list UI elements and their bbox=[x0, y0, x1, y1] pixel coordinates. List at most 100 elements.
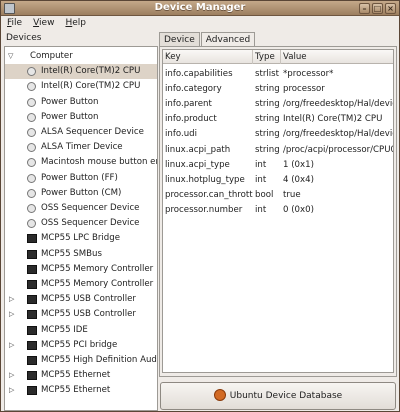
cell-value: processor bbox=[283, 84, 325, 95]
tree-item-label: OSS Sequencer Device bbox=[41, 218, 140, 229]
cell-key: info.parent bbox=[165, 99, 212, 110]
table-row[interactable]: info.parent string/org/freedesktop/Hal/de… bbox=[163, 97, 394, 112]
title-bar[interactable]: Device Manager – □ × bbox=[1, 1, 399, 16]
chip-icon bbox=[27, 234, 37, 244]
plug-icon bbox=[27, 112, 36, 122]
expander-expanded-icon[interactable]: ▽ bbox=[8, 53, 15, 60]
tree-item-label: MCP55 Memory Controller bbox=[41, 263, 154, 274]
plug-icon bbox=[27, 143, 36, 153]
menu-file[interactable]: File bbox=[7, 18, 22, 31]
cell-value: Intel(R) Core(TM)2 CPU bbox=[283, 114, 383, 125]
column-header-type[interactable]: Type bbox=[253, 50, 281, 64]
tree-item[interactable]: Power Button bbox=[5, 110, 157, 125]
tree-item[interactable]: Power Button (FF) bbox=[5, 171, 157, 186]
expander-collapsed-icon[interactable]: ▷ bbox=[9, 387, 16, 394]
tree-item-label: MCP55 USB Controller bbox=[41, 294, 136, 305]
ubuntu-device-database-label: Ubuntu Device Database bbox=[229, 391, 343, 401]
table-row[interactable]: processor.number int 0 (0x0) bbox=[163, 203, 393, 218]
tree-item[interactable]: MCP55 High Definition Audi bbox=[5, 353, 158, 368]
tree-item-label: Intel(R) Core(TM)2 CPU bbox=[41, 66, 141, 77]
cell-type: int bbox=[255, 204, 267, 215]
tree-item[interactable]: MCP55 Memory Controller bbox=[5, 277, 157, 292]
tree-item[interactable]: ▷ MCP55 PCI bridge bbox=[5, 338, 157, 353]
tab-device[interactable]: Device bbox=[159, 32, 200, 46]
cell-key: info.product bbox=[165, 114, 217, 125]
tree-item[interactable]: ▷ MCP55 USB Controller bbox=[5, 292, 157, 307]
tree-item[interactable]: Power Button bbox=[5, 95, 157, 110]
menu-view[interactable]: View bbox=[33, 18, 54, 31]
tree-item-label: Macintosh mouse button er bbox=[41, 157, 158, 168]
tree-item-label: MCP55 PCI bridge bbox=[41, 339, 118, 350]
cell-key: linux.acpi_type bbox=[165, 159, 230, 170]
chip-icon bbox=[27, 356, 37, 365]
device-tree[interactable]: ▽ Computer Intel(R) Core(TM)2 CPU Intel(R) … bbox=[4, 46, 158, 411]
plug-icon bbox=[27, 173, 36, 183]
cell-value: true bbox=[283, 189, 301, 200]
tree-item-label: Power Button (FF) bbox=[41, 172, 118, 183]
chip-icon bbox=[27, 340, 37, 350]
column-header-value[interactable]: Value bbox=[281, 50, 393, 64]
cell-key: processor.number bbox=[165, 204, 243, 215]
menu-help[interactable]: Help bbox=[65, 18, 86, 31]
cell-key: info.capabilities bbox=[165, 69, 233, 79]
tree-item[interactable]: Macintosh mouse button er bbox=[5, 155, 158, 170]
table-row[interactable]: linux.hotplug_type int 4 (0x4) bbox=[163, 173, 393, 188]
tree-item-label: Computer bbox=[30, 51, 73, 61]
maximize-button[interactable]: □ bbox=[372, 3, 383, 14]
chip-icon bbox=[27, 295, 37, 305]
chip-icon bbox=[27, 325, 37, 335]
expander-collapsed-icon[interactable]: ▷ bbox=[9, 372, 16, 379]
tab-strip: Device Advanced bbox=[159, 32, 256, 47]
cell-value: /proc/acpi/processor/CPU0 bbox=[283, 144, 394, 155]
tree-item[interactable]: MCP55 LPC Bridge bbox=[5, 231, 157, 246]
tree-item-label: Power Button bbox=[41, 96, 99, 107]
table-row[interactable]: linux.acpi_path string/proc/acpi/processo… bbox=[163, 143, 394, 158]
table-row[interactable]: info.product string Intel(R) Core(TM)2 CPU bbox=[163, 112, 393, 127]
tree-item[interactable]: ▽ Computer bbox=[5, 49, 157, 64]
tree-item[interactable]: MCP55 SMBus bbox=[5, 247, 157, 262]
table-row[interactable]: info.category string processor bbox=[163, 82, 393, 97]
tree-item[interactable]: OSS Sequencer Device bbox=[5, 216, 157, 231]
tab-advanced[interactable]: Advanced bbox=[200, 32, 256, 47]
cell-key: processor.can_throttle bbox=[165, 189, 253, 200]
minimize-button[interactable]: – bbox=[359, 3, 370, 14]
chip-icon bbox=[27, 371, 37, 381]
tree-item-label: MCP55 High Definition Audi bbox=[41, 355, 158, 365]
cell-key: info.udi bbox=[165, 129, 197, 140]
tree-item[interactable]: ▷ MCP55 Ethernet bbox=[5, 368, 157, 383]
tree-item[interactable]: ALSA Timer Device bbox=[5, 140, 157, 155]
tree-item-label: MCP55 Memory Controller bbox=[41, 279, 154, 289]
device-manager-window: Device Manager – □ × File View Help Devi… bbox=[0, 0, 400, 412]
table-row[interactable]: info.capabilities strlist *processor* bbox=[163, 67, 393, 82]
tree-item-label: MCP55 IDE bbox=[41, 324, 88, 335]
tree-item[interactable]: Power Button (CM) bbox=[5, 186, 157, 201]
table-row[interactable]: processor.can_throttle bool true bbox=[163, 188, 393, 203]
tree-item[interactable]: ▷ MCP55 Ethernet bbox=[5, 383, 157, 398]
expander-collapsed-icon[interactable]: ▷ bbox=[9, 341, 16, 349]
tree-item-label: MCP55 Ethernet bbox=[41, 385, 111, 396]
table-row[interactable]: linux.acpi_type int 1 (0x1) bbox=[163, 158, 393, 173]
table-row[interactable]: info.udi string/org/freedesktop/Hal/devic… bbox=[163, 127, 393, 142]
tree-item[interactable]: ALSA Sequencer Device bbox=[5, 125, 157, 140]
tree-item[interactable]: MCP55 Memory Controller bbox=[5, 262, 157, 277]
tree-item[interactable]: Intel(R) Core(TM)2 CPU bbox=[5, 64, 157, 80]
tree-item-label: Intel(R) Core(TM)2 CPU bbox=[41, 81, 141, 92]
cell-type: string bbox=[255, 99, 280, 110]
plug-icon bbox=[27, 158, 36, 168]
computer-icon bbox=[17, 52, 27, 61]
close-button[interactable]: × bbox=[385, 3, 396, 14]
plug-icon bbox=[27, 67, 36, 77]
tree-item[interactable]: Intel(R) Core(TM)2 CPU bbox=[5, 79, 157, 94]
tree-item[interactable]: OSS Sequencer Device bbox=[5, 201, 157, 216]
expander-collapsed-icon[interactable]: ▷ bbox=[9, 296, 16, 303]
properties-table[interactable]: Key Type Value info.capabilities strlist *… bbox=[162, 49, 394, 373]
tree-item[interactable]: MCP55 IDE bbox=[5, 323, 157, 338]
tree-item-label: MCP55 USB Controller bbox=[41, 309, 136, 320]
cell-value: 4 (0x4) bbox=[283, 174, 314, 185]
column-header-key[interactable]: Key bbox=[163, 50, 253, 64]
cell-value: /org/freedesktop/Hal/device bbox=[283, 99, 394, 110]
tree-item[interactable]: ▷ MCP55 USB Controller bbox=[5, 307, 157, 322]
cell-type: string bbox=[255, 144, 280, 155]
expander-collapsed-icon[interactable]: ▷ bbox=[9, 311, 16, 318]
ubuntu-device-database-button[interactable]: Ubuntu Device Database bbox=[160, 382, 396, 410]
